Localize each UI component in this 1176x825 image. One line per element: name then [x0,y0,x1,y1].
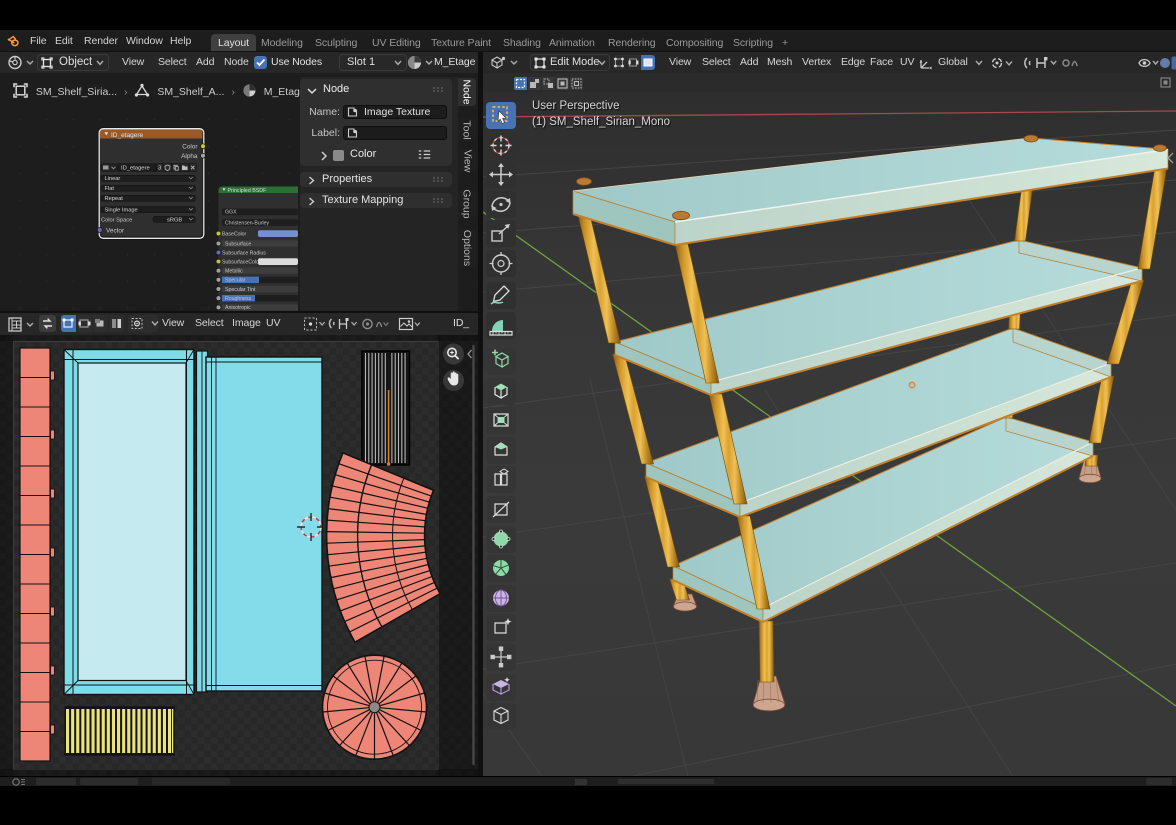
svg-text:Flat: Flat [105,186,115,192]
svg-text:Vector: Vector [106,227,125,234]
svg-text:Christensen-Burley: Christensen-Burley [225,220,270,226]
svg-text:BaseColor: BaseColor [222,232,246,238]
svg-text:Principled BSDF: Principled BSDF [228,188,268,194]
svg-text:ID_etagere: ID_etagere [121,166,150,172]
svg-text:Single Image: Single Image [105,207,138,213]
svg-text:Subsurface: Subsurface [225,241,251,247]
svg-text:Linear: Linear [105,176,121,182]
svg-text:3: 3 [158,166,161,172]
svg-text:sRGB: sRGB [167,217,182,223]
svg-text:Repeat: Repeat [105,196,124,202]
svg-text:Metallic: Metallic [225,269,243,275]
svg-text:SubsurfaceColo: SubsurfaceColo [222,259,259,265]
svg-text:Alpha: Alpha [181,153,198,160]
svg-text:ID_etagere: ID_etagere [111,132,144,139]
svg-text:Color: Color [182,143,198,150]
svg-text:Subsurface Radius: Subsurface Radius [222,250,266,256]
svg-text:GGX: GGX [225,210,237,216]
svg-text:Color Space: Color Space [101,218,132,224]
svg-text:Roughness: Roughness [225,296,252,302]
svg-text:Specular: Specular [225,278,246,284]
svg-text:Specular Tint: Specular Tint [225,287,256,293]
